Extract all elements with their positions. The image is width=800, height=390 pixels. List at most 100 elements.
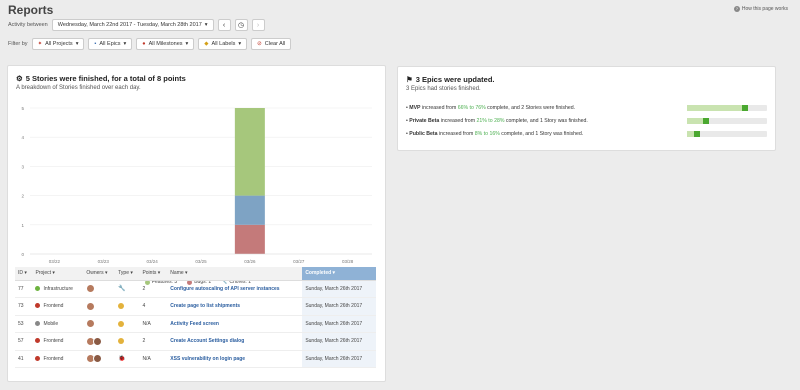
feature-icon	[118, 303, 125, 310]
story-type	[115, 315, 140, 333]
clear-all-button[interactable]: ⊘ Clear All	[251, 38, 292, 50]
story-name[interactable]: Activity Feed screen	[167, 315, 303, 333]
story-points: 2	[139, 332, 168, 351]
story-owners	[83, 350, 116, 368]
x-tick-label: 03/27	[293, 259, 305, 264]
story-project: Frontend	[32, 297, 84, 316]
table-row[interactable]: 77 Infrastructure 🔧 2 Configure autoscaling …	[15, 280, 376, 298]
story-points: N/A	[139, 315, 168, 333]
project-color-dot	[35, 285, 41, 291]
projects-filter-label: All Projects	[45, 41, 73, 47]
epic-summary: • MVP increased from 66% to 76% complete…	[406, 105, 686, 111]
story-points: N/A	[139, 350, 168, 368]
epic-tail: complete, and 1 Story was finished.	[499, 130, 584, 137]
project-color-dot	[35, 320, 41, 326]
next-range-button[interactable]: ›	[251, 19, 265, 31]
epic-from: 66%	[457, 104, 469, 111]
project-name: Frontend	[43, 338, 64, 345]
epic-name: Public Beta	[409, 130, 438, 137]
epic-to-word: to	[486, 117, 495, 124]
chevron-down-icon: ▾	[204, 22, 208, 28]
milestones-filter-label: All Milestones	[148, 41, 183, 47]
epic-summary: • Private Beta increased from 21% to 28%…	[406, 118, 686, 124]
page-title: Reports	[8, 3, 54, 17]
table-header-row: ID ▾ Project ▾ Owners ▾ Type ▾ Points ▾ Name …	[15, 267, 376, 281]
story-name[interactable]: Create page to list shipments	[167, 297, 303, 316]
feature-icon	[118, 338, 125, 345]
epics-subtitle: 3 Epics had stories finished.	[406, 86, 481, 92]
avatar	[93, 336, 103, 346]
project-name: Frontend	[43, 355, 64, 362]
chevron-right-icon: ›	[256, 21, 260, 29]
table-row[interactable]: 53 Mobile N/A Activity Feed screen Sunday, M…	[15, 315, 376, 333]
x-tick-label: 03/22	[49, 259, 61, 264]
table-row[interactable]: 41 Frontend 🐞 N/A XSS vulnerability on login…	[15, 350, 376, 368]
milestones-filter[interactable]: ● All Milestones ▾	[136, 38, 195, 50]
story-type: 🐞	[115, 350, 140, 368]
column-header-completed[interactable]: Completed ▾	[302, 267, 376, 281]
chevron-left-icon: ‹	[222, 21, 226, 29]
column-header-name[interactable]: Name ▾	[167, 267, 303, 281]
project-name: Frontend	[43, 303, 64, 310]
column-header-points[interactable]: Points ▾	[139, 267, 168, 281]
activity-label: Activity between	[8, 22, 48, 28]
story-name[interactable]: XSS vulnerability on login page	[167, 350, 303, 368]
label-icon: ◆	[204, 41, 209, 47]
epic-icon: ▪	[94, 41, 97, 47]
wrench-icon: 🔧	[118, 286, 126, 293]
story-id: 77	[15, 280, 33, 298]
labels-filter[interactable]: ◆ All Labels ▾	[198, 38, 248, 50]
date-range-value: Wednesday, March 22nd 2017 - Tuesday, Ma…	[57, 22, 202, 28]
epic-name: Private Beta	[409, 117, 440, 124]
chevron-down-icon: ▾	[238, 41, 242, 47]
epics-title: 3 Epics were updated.	[415, 75, 495, 84]
stories-card: ⚙ 5 Stories were finished, for a total of…	[7, 65, 386, 382]
epic-name: MVP	[409, 104, 421, 111]
table-row[interactable]: 57 Frontend 2 Create Account Settings dialo…	[15, 332, 376, 351]
epic-text: increased from	[420, 104, 458, 111]
epic-row: • Public Beta increased from 8% to 16% c…	[406, 127, 770, 140]
column-header-type[interactable]: Type ▾	[115, 267, 140, 281]
epic-progress-previous	[687, 104, 748, 111]
story-project: Frontend	[32, 332, 84, 351]
date-range-picker[interactable]: Wednesday, March 22nd 2017 - Tuesday, Ma…	[51, 19, 214, 31]
avatar	[86, 284, 96, 294]
column-header-id[interactable]: ID ▾	[15, 267, 33, 281]
current-range-button[interactable]: ◷	[234, 19, 248, 31]
epic-tail: complete, and 1 Story was finished.	[504, 117, 588, 124]
epics-list: • MVP increased from 66% to 76% complete…	[406, 101, 770, 140]
projects-filter[interactable]: ✦ All Projects ▾	[31, 38, 85, 50]
help-link[interactable]: ? How this page works	[733, 6, 788, 12]
story-name[interactable]: Configure autoscaling of API server inst…	[167, 280, 303, 298]
epic-progress-current	[703, 117, 710, 124]
epic-to: 76%	[475, 104, 486, 111]
story-id: 41	[15, 350, 33, 368]
clock-icon: ◷	[237, 22, 245, 29]
y-tick-label: 4	[21, 135, 24, 140]
story-project: Mobile	[32, 315, 84, 333]
table-row[interactable]: 73 Frontend 4 Create page to list shipments…	[15, 297, 376, 316]
project-name: Infrastructure	[43, 285, 73, 292]
previous-range-button[interactable]: ‹	[217, 19, 231, 31]
question-icon: ?	[733, 6, 740, 12]
avatar	[86, 319, 96, 329]
filter-label: Filter by	[8, 41, 28, 47]
stories-subtitle: A breakdown of Stories finished over eac…	[16, 85, 141, 91]
column-header-project[interactable]: Project ▾	[32, 267, 84, 281]
epics-title-row: ⚑ 3 Epics were updated.	[406, 75, 495, 84]
labels-filter-label: All Labels	[211, 41, 236, 47]
project-name: Mobile	[43, 320, 59, 327]
y-tick-label: 5	[21, 106, 24, 111]
epic-progress-bar	[687, 130, 767, 137]
feature-icon	[118, 320, 125, 327]
avatar	[93, 354, 103, 364]
story-project: Frontend	[32, 350, 84, 368]
clear-icon: ⊘	[257, 41, 262, 47]
story-type	[115, 332, 140, 351]
story-owners	[83, 315, 116, 333]
project-color-dot	[35, 355, 41, 361]
epics-filter[interactable]: ▪ All Epics ▾	[88, 38, 133, 50]
column-header-owners[interactable]: Owners ▾	[83, 267, 116, 281]
project-color-dot	[35, 338, 41, 344]
story-name[interactable]: Create Account Settings dialog	[167, 332, 303, 351]
